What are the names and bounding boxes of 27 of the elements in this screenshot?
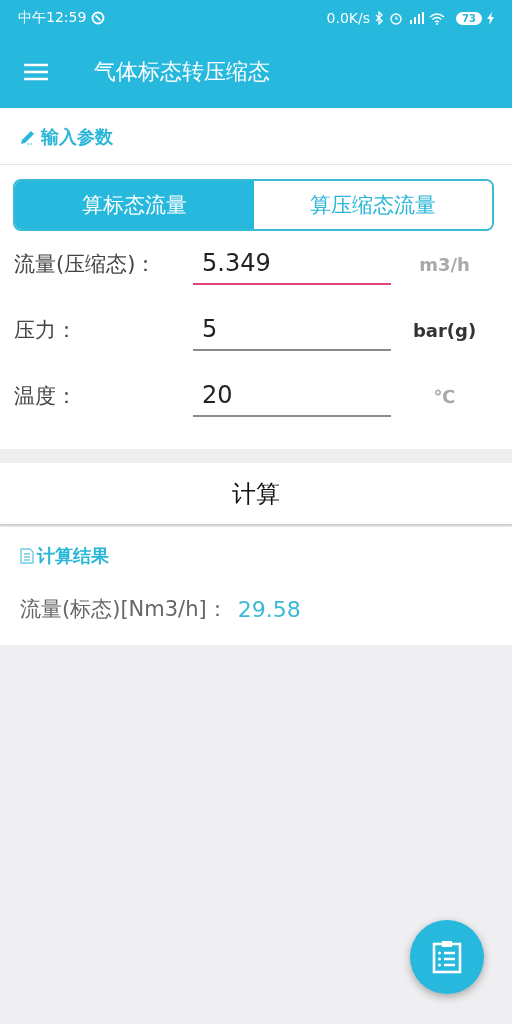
document-icon [20,548,34,564]
charging-icon [487,11,494,25]
network-speed: 0.0K/s [326,10,371,26]
field-label: 流量(压缩态)： [14,251,158,278]
unit-label: bar(g) [411,319,478,341]
section-title: 输入参数 [41,125,113,149]
calculate-button[interactable]: 计算 [0,463,512,525]
input-field[interactable]: 5 [193,309,391,351]
bluetooth-icon [375,11,385,25]
unit-label: ℃ [432,385,457,407]
signal-icon [408,11,425,25]
alarm-icon [389,11,404,25]
app-title: 气体标态转压缩态 [94,58,270,86]
clipboard-icon [432,940,462,974]
battery-indicator: 73 [456,11,482,25]
input-field[interactable]: 5.349 [193,243,391,285]
status-time: 中午12:59 [18,9,87,27]
unit-label: m3/h [418,253,471,275]
menu-icon[interactable] [24,63,48,81]
wifi-icon [429,11,446,25]
result-label: 流量(标态)[Nm3/h]： [20,596,228,623]
section-title: 计算结果 [37,544,109,568]
field-label: 压力： [14,317,78,344]
field-label: 温度： [14,383,78,410]
input-field[interactable]: 20 [193,375,391,417]
result-value: 29.58 [237,596,301,622]
clipboard-button[interactable] [410,920,484,994]
